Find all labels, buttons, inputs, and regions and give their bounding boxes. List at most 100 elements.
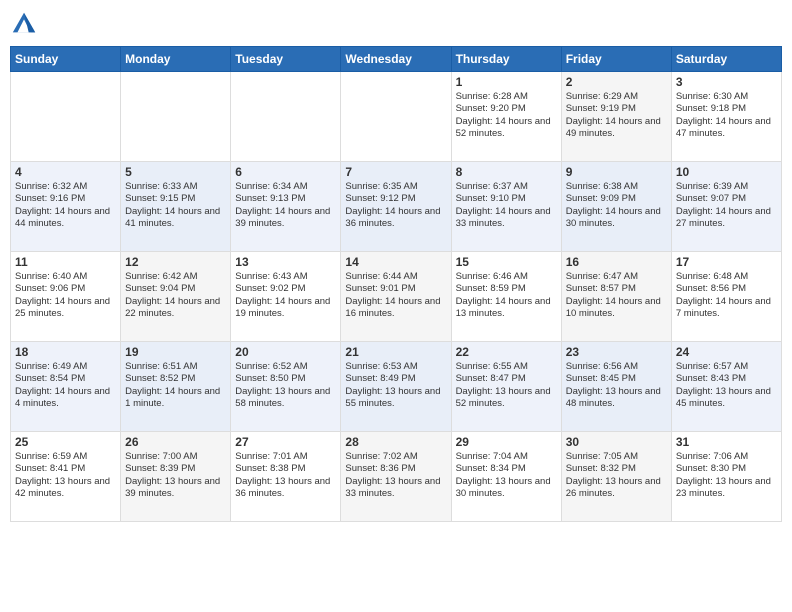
- day-info: Sunrise: 6:39 AM: [676, 181, 777, 193]
- day-info: Sunrise: 6:47 AM: [566, 271, 667, 283]
- day-number: 12: [125, 255, 226, 269]
- day-cell: 22Sunrise: 6:55 AMSunset: 8:47 PMDayligh…: [451, 342, 561, 432]
- day-number: 18: [15, 345, 116, 359]
- day-info: Sunset: 8:49 PM: [345, 373, 446, 385]
- day-cell: 5 Sunrise: 6:33 AMSunset: 9:15 PMDaylight…: [121, 162, 231, 252]
- day-info: Daylight: 13 hours and 55 minutes.: [345, 386, 446, 411]
- day-info: Sunset: 8:52 PM: [125, 373, 226, 385]
- day-number: 3: [676, 75, 777, 89]
- day-info: Sunset: 9:06 PM: [15, 283, 116, 295]
- day-info: Sunset: 9:15 PM: [125, 193, 226, 205]
- day-info: Sunrise: 6:55 AM: [456, 361, 557, 373]
- day-info: Sunset: 9:12 PM: [345, 193, 446, 205]
- day-info: Sunrise: 6:53 AM: [345, 361, 446, 373]
- day-info: Sunrise: 6:42 AM: [125, 271, 226, 283]
- day-info: Daylight: 13 hours and 39 minutes.: [125, 476, 226, 501]
- day-cell: 3Sunrise: 6:30 AMSunset: 9:18 PMDaylight…: [671, 72, 781, 162]
- day-info: Sunset: 9:19 PM: [566, 103, 667, 115]
- logo: [10, 10, 42, 38]
- day-info: Sunrise: 6:34 AM: [235, 181, 336, 193]
- day-number: 14: [345, 255, 446, 269]
- day-cell: 11Sunrise: 6:40 AMSunset: 9:06 PMDayligh…: [11, 252, 121, 342]
- day-number: 16: [566, 255, 667, 269]
- day-info: Sunrise: 6:33 AM: [125, 181, 226, 193]
- day-info: Sunset: 8:32 PM: [566, 463, 667, 475]
- day-cell: 27Sunrise: 7:01 AMSunset: 8:38 PMDayligh…: [231, 432, 341, 522]
- day-number: 23: [566, 345, 667, 359]
- day-info: Daylight: 14 hours and 30 minutes.: [566, 206, 667, 231]
- day-info: Sunrise: 7:02 AM: [345, 451, 446, 463]
- day-cell: 1Sunrise: 6:28 AMSunset: 9:20 PMDaylight…: [451, 72, 561, 162]
- day-number: 1: [456, 75, 557, 89]
- day-header-monday: Monday: [121, 47, 231, 72]
- day-header-sunday: Sunday: [11, 47, 121, 72]
- day-number: 5: [125, 165, 226, 179]
- day-header-saturday: Saturday: [671, 47, 781, 72]
- day-info: Sunrise: 6:38 AM: [566, 181, 667, 193]
- week-row-2: 4Sunrise: 6:32 AMSunset: 9:16 PMDaylight…: [11, 162, 782, 252]
- day-info: Sunset: 8:41 PM: [15, 463, 116, 475]
- day-info: Sunset: 8:45 PM: [566, 373, 667, 385]
- day-number: 15: [456, 255, 557, 269]
- day-info: Daylight: 14 hours and 39 minutes.: [235, 206, 336, 231]
- page-header: [10, 10, 782, 38]
- day-cell: 6Sunrise: 6:34 AMSunset: 9:13 PMDaylight…: [231, 162, 341, 252]
- day-info: Sunset: 8:54 PM: [15, 373, 116, 385]
- day-info: Daylight: 13 hours and 48 minutes.: [566, 386, 667, 411]
- day-number: 29: [456, 435, 557, 449]
- day-info: Sunset: 8:36 PM: [345, 463, 446, 475]
- logo-icon: [10, 10, 38, 38]
- day-info: Sunrise: 6:28 AM: [456, 91, 557, 103]
- day-cell: 20 Sunrise: 6:52 AMSunset: 8:50 PMDayligh…: [231, 342, 341, 432]
- day-cell: 2Sunrise: 6:29 AMSunset: 9:19 PMDaylight…: [561, 72, 671, 162]
- day-info: Daylight: 13 hours and 26 minutes.: [566, 476, 667, 501]
- day-info: Daylight: 14 hours and 52 minutes.: [456, 116, 557, 141]
- day-info: Daylight: 14 hours and 44 minutes.: [15, 206, 116, 231]
- week-row-4: 18Sunrise: 6:49 AMSunset: 8:54 PMDayligh…: [11, 342, 782, 432]
- day-number: 27: [235, 435, 336, 449]
- week-row-3: 11Sunrise: 6:40 AMSunset: 9:06 PMDayligh…: [11, 252, 782, 342]
- day-info: Daylight: 14 hours and 13 minutes.: [456, 296, 557, 321]
- day-cell: 4Sunrise: 6:32 AMSunset: 9:16 PMDaylight…: [11, 162, 121, 252]
- day-cell: 15 Sunrise: 6:46 AMSunset: 8:59 PMDayligh…: [451, 252, 561, 342]
- day-cell: 13Sunrise: 6:43 AMSunset: 9:02 PMDayligh…: [231, 252, 341, 342]
- day-cell: 18Sunrise: 6:49 AMSunset: 8:54 PMDayligh…: [11, 342, 121, 432]
- day-cell: 25Sunrise: 6:59 AMSunset: 8:41 PMDayligh…: [11, 432, 121, 522]
- day-cell: 17Sunrise: 6:48 AMSunset: 8:56 PMDayligh…: [671, 252, 781, 342]
- day-number: 24: [676, 345, 777, 359]
- day-info: Sunrise: 6:56 AM: [566, 361, 667, 373]
- day-info: Sunset: 8:59 PM: [456, 283, 557, 295]
- day-info: Sunset: 8:50 PM: [235, 373, 336, 385]
- day-info: Daylight: 14 hours and 10 minutes.: [566, 296, 667, 321]
- day-cell: 7Sunrise: 6:35 AMSunset: 9:12 PMDaylight…: [341, 162, 451, 252]
- day-number: 13: [235, 255, 336, 269]
- day-info: Daylight: 14 hours and 47 minutes.: [676, 116, 777, 141]
- day-cell: 30Sunrise: 7:05 AMSunset: 8:32 PMDayligh…: [561, 432, 671, 522]
- day-header-thursday: Thursday: [451, 47, 561, 72]
- day-info: Sunrise: 6:29 AM: [566, 91, 667, 103]
- day-info: Sunrise: 6:52 AM: [235, 361, 336, 373]
- day-info: Sunset: 9:16 PM: [15, 193, 116, 205]
- day-info: Daylight: 14 hours and 27 minutes.: [676, 206, 777, 231]
- day-info: Daylight: 14 hours and 25 minutes.: [15, 296, 116, 321]
- day-info: Sunrise: 6:40 AM: [15, 271, 116, 283]
- header-row: SundayMondayTuesdayWednesdayThursdayFrid…: [11, 47, 782, 72]
- day-info: Daylight: 13 hours and 42 minutes.: [15, 476, 116, 501]
- day-number: 30: [566, 435, 667, 449]
- day-info: Sunrise: 6:46 AM: [456, 271, 557, 283]
- day-info: Daylight: 13 hours and 58 minutes.: [235, 386, 336, 411]
- day-number: 21: [345, 345, 446, 359]
- day-number: 8: [456, 165, 557, 179]
- day-cell: 29Sunrise: 7:04 AMSunset: 8:34 PMDayligh…: [451, 432, 561, 522]
- day-info: Sunrise: 7:04 AM: [456, 451, 557, 463]
- day-number: 19: [125, 345, 226, 359]
- day-info: Daylight: 14 hours and 41 minutes.: [125, 206, 226, 231]
- day-info: Daylight: 14 hours and 19 minutes.: [235, 296, 336, 321]
- day-cell: 9Sunrise: 6:38 AMSunset: 9:09 PMDaylight…: [561, 162, 671, 252]
- day-number: 20: [235, 345, 336, 359]
- day-info: Sunset: 9:13 PM: [235, 193, 336, 205]
- day-header-wednesday: Wednesday: [341, 47, 451, 72]
- day-cell: 19Sunrise: 6:51 AMSunset: 8:52 PMDayligh…: [121, 342, 231, 432]
- day-info: Daylight: 14 hours and 49 minutes.: [566, 116, 667, 141]
- day-info: Sunrise: 6:59 AM: [15, 451, 116, 463]
